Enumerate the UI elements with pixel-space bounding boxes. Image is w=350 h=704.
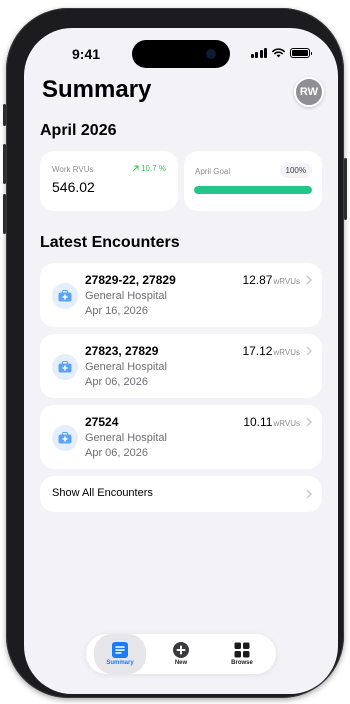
tab-summary[interactable]: Summary bbox=[94, 634, 146, 674]
grid-icon bbox=[234, 642, 250, 658]
tab-summary-label: Summary bbox=[106, 660, 134, 666]
page-title: Summary bbox=[42, 76, 152, 103]
goal-card[interactable]: April Goal 100% bbox=[184, 151, 322, 211]
volume-down-button bbox=[3, 194, 6, 234]
avatar[interactable]: RW bbox=[294, 77, 324, 107]
show-all-encounters-button[interactable]: Show All Encounters bbox=[40, 476, 322, 512]
encounter-card[interactable]: 27829-22, 27829 General Hospital Apr 16,… bbox=[40, 263, 322, 327]
battery-icon bbox=[290, 48, 312, 58]
status-time: 9:41 bbox=[72, 46, 101, 62]
goal-progress-fill bbox=[194, 186, 312, 194]
status-bar: 9:41 bbox=[24, 46, 338, 62]
encounter-codes: 27823, 27829 bbox=[85, 344, 159, 358]
chevron-right-icon bbox=[306, 417, 312, 427]
encounter-rvu: 17.12 wRVUs bbox=[242, 344, 300, 358]
goal-progress-track bbox=[194, 186, 312, 194]
medical-bag-icon bbox=[52, 425, 78, 451]
summary-list-icon bbox=[112, 642, 128, 658]
action-button bbox=[3, 104, 6, 126]
work-rvus-card[interactable]: Work RVUs 10.7 % 546.02 bbox=[40, 151, 178, 211]
plus-circle-icon bbox=[173, 642, 189, 658]
goal-percent-badge: 100% bbox=[279, 163, 312, 178]
work-rvus-value: 546.02 bbox=[52, 179, 95, 195]
encounter-rvu-value: 17.12 bbox=[242, 344, 273, 358]
phone-frame: 9:41 Summary RW April 2026 Work RVUs 10.… bbox=[3, 8, 347, 698]
encounter-date: Apr 16, 2026 bbox=[85, 305, 148, 317]
chevron-right-icon bbox=[306, 275, 312, 285]
encounter-place: General Hospital bbox=[85, 432, 167, 444]
wifi-icon bbox=[272, 48, 285, 58]
encounter-date: Apr 06, 2026 bbox=[85, 447, 148, 459]
encounter-rvu: 12.87 wRVUs bbox=[242, 273, 300, 287]
tab-bar: Summary New Browse bbox=[86, 634, 276, 674]
encounter-place: General Hospital bbox=[85, 290, 167, 302]
encounter-rvu-unit: wRVUs bbox=[273, 419, 300, 428]
encounter-rvu-unit: wRVUs bbox=[273, 348, 300, 357]
encounter-rvu-unit: wRVUs bbox=[273, 277, 300, 286]
chevron-right-icon bbox=[306, 346, 312, 356]
tab-new[interactable]: New bbox=[155, 634, 207, 674]
arrow-up-right-icon bbox=[132, 165, 139, 172]
cellular-signal-icon bbox=[250, 48, 267, 58]
work-rvus-label: Work RVUs bbox=[52, 165, 94, 174]
volume-up-button bbox=[3, 144, 6, 184]
period-heading: April 2026 bbox=[40, 122, 117, 139]
encounter-date: Apr 06, 2026 bbox=[85, 376, 148, 388]
trend-value: 10.7 % bbox=[141, 164, 166, 173]
tab-browse[interactable]: Browse bbox=[216, 634, 268, 674]
goal-label: April Goal bbox=[195, 167, 231, 176]
medical-bag-icon bbox=[52, 283, 78, 309]
encounter-codes: 27829-22, 27829 bbox=[85, 273, 176, 287]
encounter-rvu: 10.11 wRVUs bbox=[243, 415, 300, 429]
encounter-card[interactable]: 27524 General Hospital Apr 06, 2026 10.1… bbox=[40, 405, 322, 469]
power-button bbox=[344, 158, 347, 220]
encounters-heading: Latest Encounters bbox=[40, 234, 180, 251]
tab-new-label: New bbox=[174, 660, 188, 666]
trend-indicator: 10.7 % bbox=[132, 164, 166, 173]
encounter-place: General Hospital bbox=[85, 361, 167, 373]
tab-browse-label: Browse bbox=[231, 660, 253, 666]
screen: 9:41 Summary RW April 2026 Work RVUs 10.… bbox=[24, 28, 338, 694]
encounter-rvu-value: 10.11 bbox=[243, 415, 273, 429]
encounter-codes: 27524 bbox=[85, 415, 119, 429]
encounter-card[interactable]: 27823, 27829 General Hospital Apr 06, 20… bbox=[40, 334, 322, 398]
medical-bag-icon bbox=[52, 354, 78, 380]
chevron-right-icon bbox=[306, 489, 312, 499]
encounter-rvu-value: 12.87 bbox=[242, 273, 273, 287]
show-all-label: Show All Encounters bbox=[52, 487, 153, 499]
